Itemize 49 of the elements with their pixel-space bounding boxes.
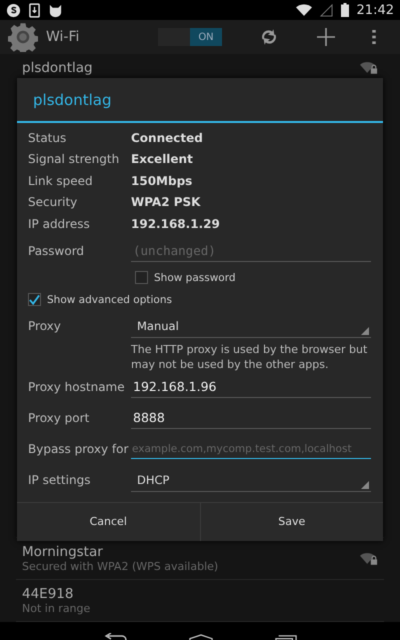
dropdown[interactable]: DHCP bbox=[131, 468, 371, 492]
info-value: Connected bbox=[131, 130, 203, 145]
dialog-title: plsdontlag bbox=[17, 78, 383, 123]
info-value: 150Mbps bbox=[131, 174, 192, 188]
field-label: IP settings bbox=[28, 473, 92, 487]
skype-icon bbox=[6, 2, 21, 18]
show-password-checkbox[interactable] bbox=[135, 271, 148, 284]
screen-title: Wi-Fi bbox=[46, 29, 80, 45]
network-name[interactable]: Morningstar bbox=[22, 544, 218, 560]
field-label: Proxy bbox=[28, 319, 62, 333]
input-field[interactable]: 8888 bbox=[131, 407, 371, 429]
dropdown-corner-icon bbox=[361, 480, 369, 488]
info-label: Status bbox=[28, 130, 68, 145]
cat-icon bbox=[48, 2, 63, 18]
download-icon bbox=[29, 2, 40, 18]
clock: 21:42 bbox=[356, 2, 394, 18]
password-field[interactable]: (unchanged) bbox=[131, 240, 371, 262]
checkbox-label: Show password bbox=[154, 272, 236, 284]
network-name[interactable]: 44E918 bbox=[22, 586, 90, 602]
advanced-options-checkbox[interactable] bbox=[28, 293, 41, 306]
info-value: 192.168.1.29 bbox=[131, 216, 220, 231]
dropdown-corner-icon bbox=[361, 326, 369, 334]
field-label: Proxy hostname bbox=[28, 380, 126, 394]
field-label: Bypass proxy for bbox=[28, 442, 130, 456]
input-field[interactable]: 192.168.1.96 bbox=[131, 376, 371, 398]
dropdown[interactable]: Manual bbox=[131, 314, 371, 338]
dialog-button[interactable]: Cancel bbox=[17, 502, 200, 540]
field-label: Proxy port bbox=[28, 411, 90, 425]
battery-icon bbox=[340, 3, 349, 17]
input-field[interactable]: example.com,mycomp.test.com,localhost bbox=[131, 440, 371, 458]
signal-icon bbox=[320, 4, 333, 16]
info-value: WPA2 PSK bbox=[131, 195, 200, 210]
info-label: IP address bbox=[28, 216, 91, 231]
info-value: Excellent bbox=[131, 152, 193, 166]
network-status: Secured with WPA2 (WPS available) bbox=[22, 560, 218, 573]
field-label: Password bbox=[28, 244, 86, 258]
wifi-icon bbox=[296, 4, 312, 16]
wifi-toggle[interactable]: ON bbox=[158, 28, 222, 46]
info-label: Link speed bbox=[28, 174, 94, 188]
settings-icon[interactable] bbox=[8, 22, 38, 52]
add-icon[interactable] bbox=[316, 27, 336, 47]
dialog-button[interactable]: Save bbox=[200, 502, 383, 540]
proxy-note: The HTTP proxy is used by the browser but may not be used by the other apps. bbox=[131, 342, 368, 372]
info-label: Signal strength bbox=[28, 152, 120, 166]
checkbox-label: Show advanced options bbox=[47, 294, 172, 306]
network-status: Not in range bbox=[22, 602, 90, 615]
overflow-menu-icon[interactable] bbox=[372, 30, 376, 44]
network-name[interactable]: plsdontlag bbox=[22, 60, 93, 76]
info-label: Security bbox=[28, 195, 78, 210]
